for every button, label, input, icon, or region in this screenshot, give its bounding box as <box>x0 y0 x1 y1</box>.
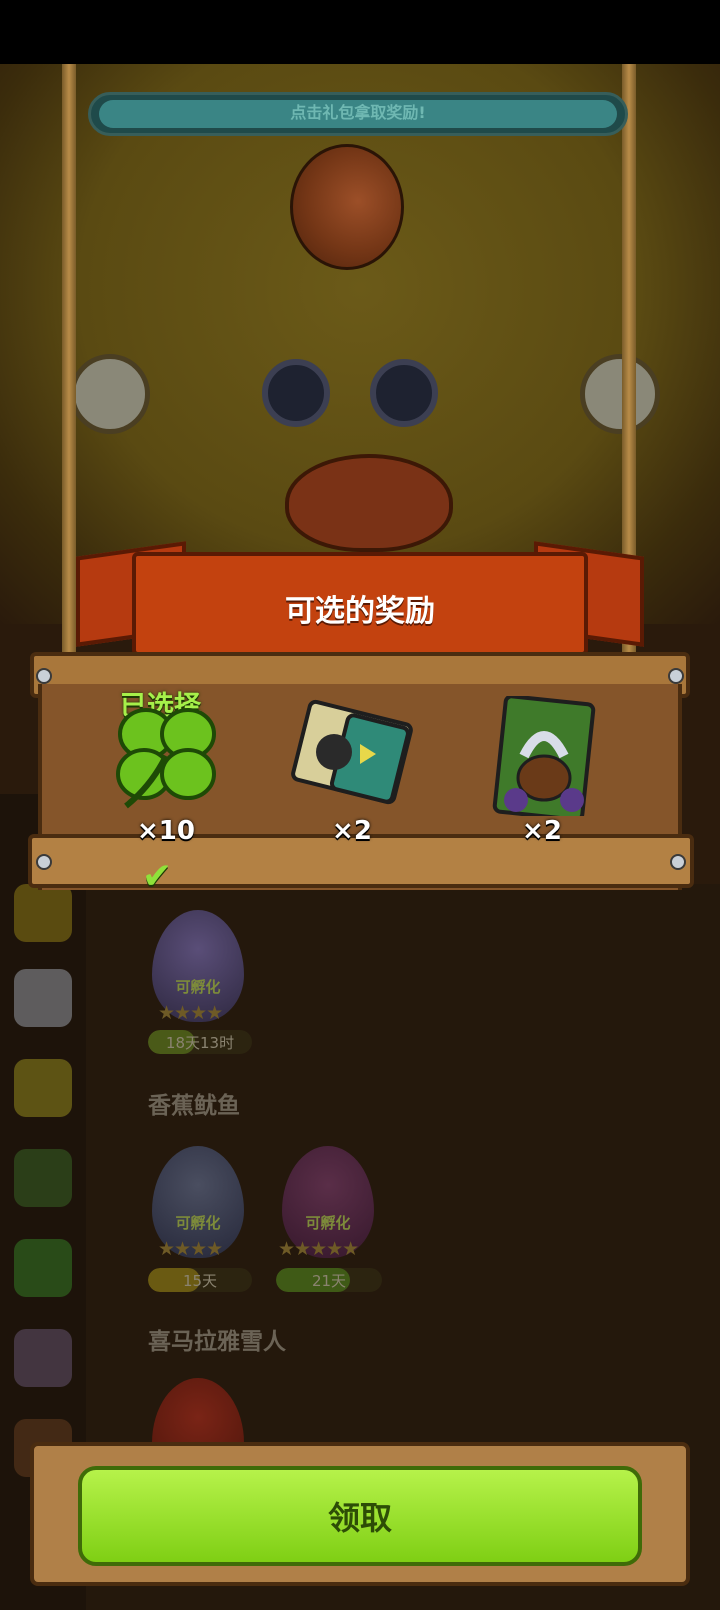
bolt-icon <box>668 668 684 684</box>
egg-stars: ★★★★ <box>158 1002 223 1024</box>
claim-button[interactable]: 领取 <box>78 1466 642 1566</box>
panel-title: 可选的奖励 <box>285 594 435 629</box>
reward-clover[interactable]: ×10 <box>96 696 236 846</box>
egg-stars: ★★★★★ <box>278 1238 359 1260</box>
section-title-banana-squid: 香蕉鱿鱼 <box>148 1093 240 1119</box>
bolt-icon <box>36 668 52 684</box>
reward-count: ×2 <box>332 816 372 846</box>
rewards-ribbon: 可选的奖励 <box>132 552 588 656</box>
brain-monster-icon <box>14 1329 72 1387</box>
game-scene: 可孵化 ★★★★ 18天13时 香蕉鱿鱼 可孵化 ★★★★ 15天 可孵化 ★★… <box>0 64 720 1610</box>
status-bar <box>0 0 720 64</box>
egg-timer: 15天 <box>148 1268 252 1292</box>
egg-timer: 18天13时 <box>148 1030 252 1054</box>
yeti-icon <box>14 969 72 1027</box>
bolt-icon <box>670 854 686 870</box>
egg-status: 可孵化 <box>175 978 221 996</box>
cauldron-card-icon <box>492 694 596 822</box>
banana-squid-icon <box>14 884 72 942</box>
reward-count: ×2 <box>522 816 562 846</box>
insect-icon <box>14 1149 72 1207</box>
video-ticket-icon <box>291 699 413 805</box>
egg-status: 可孵化 <box>305 1214 351 1232</box>
reward-count: ×10 <box>137 816 195 846</box>
snail-shell-icon <box>290 144 404 270</box>
hint-text: 点击礼包拿取奖励! <box>99 100 617 128</box>
reward-cauldron-card[interactable]: ×2 <box>472 694 612 846</box>
section-title-yeti: 喜马拉雅雪人 <box>148 1329 286 1355</box>
reward-video-ticket[interactable]: ×2 <box>282 696 422 846</box>
right-eye <box>580 354 660 434</box>
lizard-icon <box>14 1059 72 1117</box>
boss-monster <box>0 64 720 624</box>
beak <box>285 454 453 552</box>
egg-status: 可孵化 <box>175 1214 221 1232</box>
bolt-icon <box>36 854 52 870</box>
clover-icon <box>116 708 216 809</box>
check-icon: ✔ <box>142 856 173 897</box>
goggle-right <box>370 359 438 427</box>
hint-banner: 点击礼包拿取奖励! <box>88 92 628 136</box>
goggle-left <box>262 359 330 427</box>
caterpillar-icon <box>14 1239 72 1297</box>
egg-stars: ★★★★ <box>158 1238 223 1260</box>
left-eye <box>70 354 150 434</box>
egg-timer: 21天 <box>276 1268 382 1292</box>
rope-left <box>62 64 76 664</box>
